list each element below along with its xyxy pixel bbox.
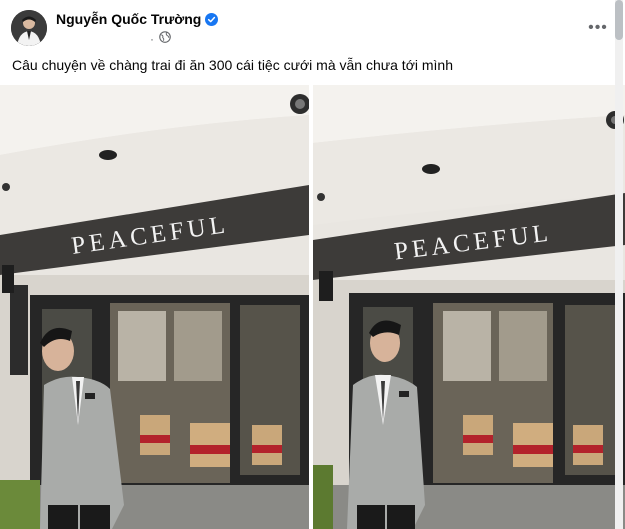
photo-grid: PEACEFUL PEACEFUL	[0, 85, 625, 529]
meta-separator: ·	[150, 31, 154, 46]
globe-icon[interactable]	[159, 31, 171, 46]
author-avatar[interactable]	[11, 10, 47, 46]
post-header: Nguyễn Quốc Trường · •••	[0, 0, 625, 56]
post-photo-1[interactable]: PEACEFUL	[0, 85, 309, 529]
verified-badge-icon	[205, 12, 219, 26]
author-name-row: Nguyễn Quốc Trường	[56, 11, 219, 27]
page-scrollbar[interactable]	[615, 0, 623, 529]
post-meta: ·	[150, 31, 171, 46]
author-name[interactable]: Nguyễn Quốc Trường	[56, 11, 201, 27]
more-options-icon[interactable]: •••	[585, 15, 611, 41]
post-photo-2[interactable]: PEACEFUL	[313, 85, 625, 529]
post-caption: Câu chuyện về chàng trai đi ăn 300 cái t…	[12, 57, 453, 73]
scrollbar-thumb[interactable]	[615, 0, 623, 40]
facebook-post: Nguyễn Quốc Trường · ••• Câu chuyện về c…	[0, 0, 625, 529]
more-options-label: •••	[588, 19, 608, 36]
